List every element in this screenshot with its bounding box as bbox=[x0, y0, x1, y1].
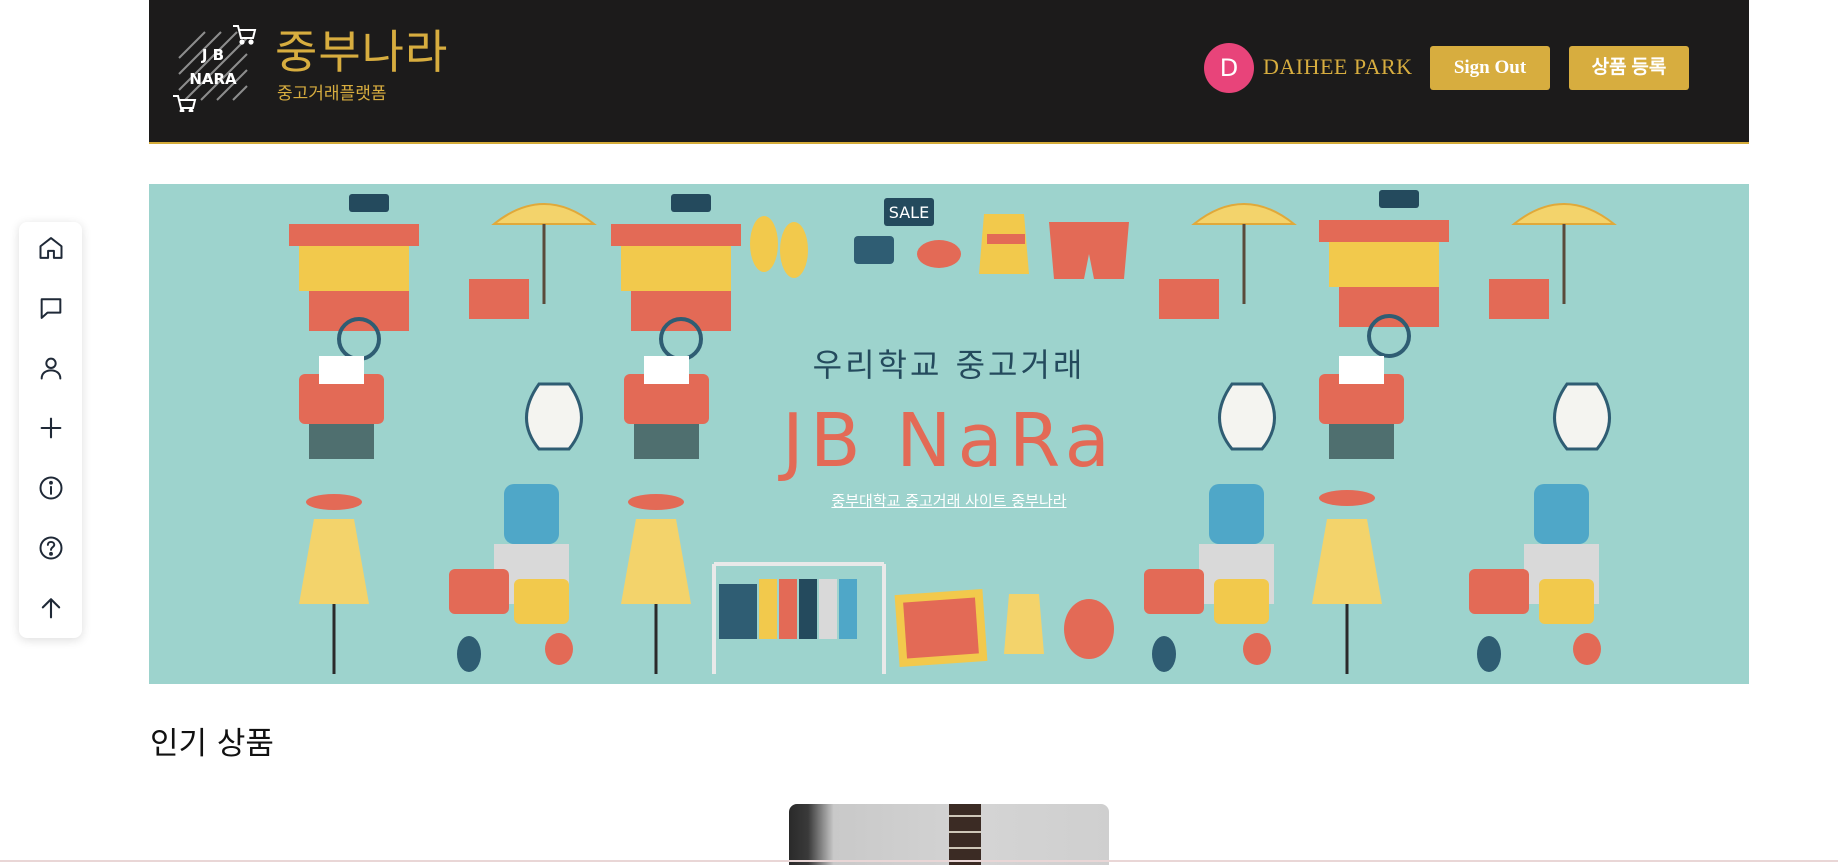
brand-subtitle: 중고거래플랫폼 bbox=[277, 84, 387, 104]
side-nav bbox=[19, 222, 82, 638]
svg-text:NARA: NARA bbox=[189, 70, 237, 88]
nav-add[interactable] bbox=[19, 406, 82, 454]
jb-nara-logo[interactable]: J B NARA bbox=[173, 22, 257, 114]
main-banner[interactable]: SALE 우리학교 중고거래 JB NaRa 중부대학교 중고거래 사이트 중부… bbox=[149, 184, 1749, 684]
nav-help[interactable] bbox=[19, 526, 82, 574]
plus-icon bbox=[37, 414, 65, 446]
arrow-up-icon bbox=[37, 594, 65, 626]
svg-text:J B: J B bbox=[201, 46, 224, 64]
site-header: J B NARA 중부나라 중고거래플랫폼 D DAIHEE PARK Sign… bbox=[149, 0, 1749, 144]
market-stall-1 bbox=[289, 194, 419, 361]
user-name: DAIHEE PARK bbox=[1263, 54, 1413, 79]
nav-home[interactable] bbox=[19, 226, 82, 274]
market-stall-2 bbox=[611, 194, 741, 361]
chat-icon bbox=[37, 294, 65, 326]
nav-profile[interactable] bbox=[19, 346, 82, 394]
product-image bbox=[949, 804, 981, 865]
page-bottom-divider bbox=[0, 860, 1838, 862]
product-card[interactable] bbox=[789, 804, 1109, 865]
popular-products-title: 인기 상품 bbox=[150, 726, 274, 762]
market-stall-3 bbox=[1319, 190, 1449, 358]
brand-title[interactable]: 중부나라 bbox=[275, 24, 448, 80]
banner-title: JB NaRa bbox=[782, 398, 1116, 484]
banner-caption: 중부대학교 중고거래 사이트 중부나라 bbox=[831, 492, 1067, 510]
svg-text:SALE: SALE bbox=[889, 203, 929, 222]
user-icon bbox=[37, 354, 65, 386]
sign-out-button[interactable]: Sign Out bbox=[1430, 46, 1550, 90]
register-product-button[interactable]: 상품 등록 bbox=[1569, 46, 1689, 90]
nav-info[interactable] bbox=[19, 466, 82, 514]
nav-chat[interactable] bbox=[19, 286, 82, 334]
help-icon bbox=[37, 534, 65, 566]
user-avatar[interactable]: D bbox=[1204, 43, 1254, 93]
info-icon bbox=[37, 474, 65, 506]
banner-tagline: 우리학교 중고거래 bbox=[812, 346, 1086, 384]
home-icon bbox=[37, 234, 65, 266]
nav-scroll-top[interactable] bbox=[19, 586, 82, 634]
